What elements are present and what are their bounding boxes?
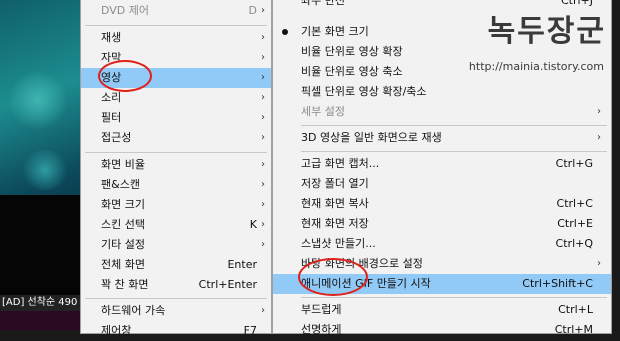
menu-item-shortcut: Ctrl+Q xyxy=(555,237,593,250)
menu-item-shortcut: Ctrl+C xyxy=(556,197,593,210)
video-area xyxy=(0,0,80,330)
submenu-item-pixel-scale[interactable]: 픽셀 단위로 영상 확장/축소 xyxy=(273,82,611,102)
menu-item-label: 기타 설정 xyxy=(101,238,145,251)
menu-item-label: 선명하게 xyxy=(301,323,342,336)
menu-item-label: 좌우 반전 xyxy=(301,0,345,7)
annotation-circle xyxy=(298,258,368,296)
menu-item-shortcut: Ctrl+E xyxy=(557,217,593,230)
submenu-arrow-icon: › xyxy=(597,132,601,143)
menu-item-shortcut: F7 xyxy=(243,324,257,337)
menu-item-skin[interactable]: 스킨 선택 K › xyxy=(81,215,271,235)
menu-item-label: 재생 xyxy=(101,31,122,44)
submenu-arrow-icon: › xyxy=(261,132,265,143)
watermark-title: 녹두장군 xyxy=(487,14,606,49)
annotation-circle xyxy=(98,60,152,92)
menu-item-label: 스킨 선택 xyxy=(101,218,145,231)
menu-item-aspect-ratio[interactable]: 화면 비율 › xyxy=(81,155,271,175)
menu-item-accessibility[interactable]: 접근성 › xyxy=(81,128,271,148)
submenu-arrow-icon: › xyxy=(597,106,601,117)
selected-bullet-icon xyxy=(282,29,288,35)
submenu-item-copy-frame[interactable]: 현재 화면 복사 Ctrl+C xyxy=(273,194,611,214)
ad-ticker: [AD] 선착순 490 xyxy=(0,295,80,311)
video-dark-region xyxy=(0,195,80,295)
menu-item-label: 현재 화면 복사 xyxy=(301,197,369,210)
menu-item-shortcut: Enter xyxy=(227,258,257,271)
menu-item-play[interactable]: 재생 › xyxy=(81,28,271,48)
menu-item-label: 현재 화면 저장 xyxy=(301,217,369,230)
submenu-arrow-icon: › xyxy=(261,112,265,123)
submenu-arrow-icon: › xyxy=(261,5,265,16)
menu-item-label: 스냅샷 만들기... xyxy=(301,237,376,250)
menu-item-label: 하드웨어 가속 xyxy=(101,304,166,317)
submenu-arrow-icon: › xyxy=(261,32,265,43)
menu-separator xyxy=(85,25,267,26)
menu-item-label: 저장 폴더 열기 xyxy=(301,177,369,190)
menu-item-shortcut: Ctrl+G xyxy=(555,157,593,170)
menu-item-shortcut: D xyxy=(248,4,257,17)
menu-item-fullscreen[interactable]: 전체 화면 Enter xyxy=(81,255,271,275)
menu-item-control-panel[interactable]: 제어창 F7 xyxy=(81,321,271,341)
submenu-item-open-folder[interactable]: 저장 폴더 열기 xyxy=(273,174,611,194)
menu-item-screen-size[interactable]: 화면 크기 › xyxy=(81,195,271,215)
menu-item-label: 3D 영상을 일반 화면으로 재생 xyxy=(301,131,442,144)
submenu-arrow-icon: › xyxy=(261,239,265,250)
menu-item-label: 비율 단위로 영상 확장 xyxy=(301,45,403,58)
menu-item-filter[interactable]: 필터 › xyxy=(81,108,271,128)
submenu-arrow-icon: › xyxy=(261,159,265,170)
menu-separator xyxy=(85,152,267,153)
ticker-bottom-bar xyxy=(0,311,80,330)
menu-item-dvd[interactable]: DVD 제어 D › xyxy=(81,1,271,21)
menu-item-pan-scan[interactable]: 팬&스캔 › xyxy=(81,175,271,195)
menu-item-shortcut: Ctrl+Enter xyxy=(198,278,257,291)
watermark-url: http://mainia.tistory.com xyxy=(468,60,604,73)
menu-item-other-settings[interactable]: 기타 설정 › xyxy=(81,235,271,255)
menu-item-fit-screen[interactable]: 꽉 찬 화면 Ctrl+Enter xyxy=(81,275,271,295)
menu-item-label: 꽉 찬 화면 xyxy=(101,278,149,291)
submenu-item-detail-settings[interactable]: 세부 설정 › xyxy=(273,102,611,122)
menu-item-label: 픽셀 단위로 영상 확장/축소 xyxy=(301,85,427,98)
menu-item-label: 팬&스캔 xyxy=(101,178,140,191)
menu-item-label: 기본 화면 크기 xyxy=(301,25,369,38)
menu-item-label: 필터 xyxy=(101,111,122,124)
submenu-item-smooth[interactable]: 부드럽게 Ctrl+L xyxy=(273,300,611,320)
video-highlight xyxy=(8,70,68,130)
menu-item-shortcut: Ctrl+M xyxy=(554,323,593,336)
menu-item-label: 세부 설정 xyxy=(301,105,345,118)
menu-separator xyxy=(301,125,607,126)
menu-separator xyxy=(301,297,607,298)
menu-item-hw-accel[interactable]: 하드웨어 가속 › xyxy=(81,301,271,321)
menu-item-label: 화면 크기 xyxy=(101,198,145,211)
submenu-item-save-frame[interactable]: 현재 화면 저장 Ctrl+E xyxy=(273,214,611,234)
context-menu: DVD 제어 D › 재생 › 자막 › 영상 › 소리 › 필터 › 접근성 … xyxy=(80,0,272,337)
submenu-arrow-icon: › xyxy=(261,305,265,316)
submenu-arrow-icon: › xyxy=(261,52,265,63)
menu-item-label: 제어창 xyxy=(101,324,132,337)
menu-separator xyxy=(301,151,607,152)
submenu-arrow-icon: › xyxy=(261,92,265,103)
menu-item-label: DVD 제어 xyxy=(101,4,150,17)
submenu-item-sharpen[interactable]: 선명하게 Ctrl+M xyxy=(273,320,611,340)
menu-item-label: 화면 비율 xyxy=(101,158,145,171)
submenu-arrow-icon: › xyxy=(597,258,601,269)
menu-separator xyxy=(85,298,267,299)
submenu-arrow-icon: › xyxy=(261,179,265,190)
submenu-arrow-icon: › xyxy=(261,72,265,83)
menu-item-label: 비율 단위로 영상 축소 xyxy=(301,65,403,78)
video-highlight xyxy=(20,150,70,190)
submenu-arrow-icon: › xyxy=(261,219,265,230)
menu-item-shortcut: Ctrl+Shift+C xyxy=(522,277,593,290)
submenu-item-advanced-capture[interactable]: 고급 화면 캡처... Ctrl+G xyxy=(273,154,611,174)
menu-item-shortcut: K xyxy=(249,218,257,231)
submenu-item-3d-to-2d[interactable]: 3D 영상을 일반 화면으로 재생 › xyxy=(273,128,611,148)
menu-item-label: 전체 화면 xyxy=(101,258,145,271)
menu-item-shortcut: Ctrl+L xyxy=(558,303,593,316)
menu-item-label: 고급 화면 캡처... xyxy=(301,157,380,170)
submenu-arrow-icon: › xyxy=(261,199,265,210)
menu-item-label: 접근성 xyxy=(101,131,132,144)
menu-item-sound[interactable]: 소리 › xyxy=(81,88,271,108)
menu-item-label: 부드럽게 xyxy=(301,303,342,316)
submenu-item-snapshot[interactable]: 스냅샷 만들기... Ctrl+Q xyxy=(273,234,611,254)
